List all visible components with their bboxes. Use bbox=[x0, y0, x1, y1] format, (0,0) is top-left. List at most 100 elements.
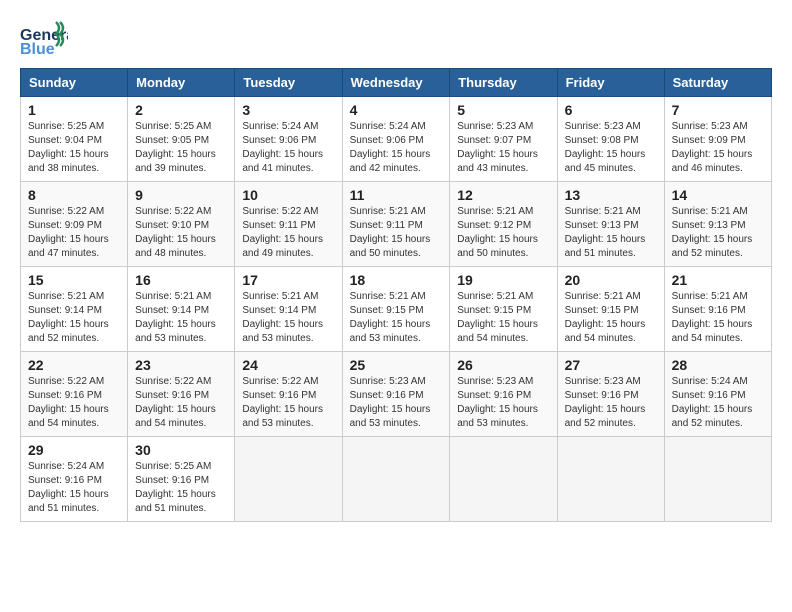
calendar-day-header: Saturday bbox=[664, 69, 771, 97]
calendar-cell: 21 Sunrise: 5:21 AMSunset: 9:16 PMDaylig… bbox=[664, 267, 771, 352]
day-number: 26 bbox=[457, 357, 549, 373]
day-info: Sunrise: 5:25 AMSunset: 9:16 PMDaylight:… bbox=[135, 460, 227, 516]
day-info: Sunrise: 5:21 AMSunset: 9:12 PMDaylight:… bbox=[457, 205, 549, 261]
day-info: Sunrise: 5:22 AMSunset: 9:16 PMDaylight:… bbox=[135, 375, 227, 431]
calendar-cell: 25 Sunrise: 5:23 AMSunset: 9:16 PMDaylig… bbox=[342, 352, 450, 437]
calendar-week-row: 15 Sunrise: 5:21 AMSunset: 9:14 PMDaylig… bbox=[21, 267, 772, 352]
day-number: 6 bbox=[565, 102, 657, 118]
day-number: 16 bbox=[135, 272, 227, 288]
day-info: Sunrise: 5:22 AMSunset: 9:16 PMDaylight:… bbox=[242, 375, 334, 431]
calendar-cell: 27 Sunrise: 5:23 AMSunset: 9:16 PMDaylig… bbox=[557, 352, 664, 437]
calendar-day-header: Wednesday bbox=[342, 69, 450, 97]
calendar-cell: 30 Sunrise: 5:25 AMSunset: 9:16 PMDaylig… bbox=[128, 437, 235, 522]
calendar-cell: 15 Sunrise: 5:21 AMSunset: 9:14 PMDaylig… bbox=[21, 267, 128, 352]
day-info: Sunrise: 5:21 AMSunset: 9:11 PMDaylight:… bbox=[350, 205, 443, 261]
day-number: 23 bbox=[135, 357, 227, 373]
calendar-cell: 17 Sunrise: 5:21 AMSunset: 9:14 PMDaylig… bbox=[235, 267, 342, 352]
calendar-day-header: Tuesday bbox=[235, 69, 342, 97]
day-number: 15 bbox=[28, 272, 120, 288]
calendar-cell bbox=[450, 437, 557, 522]
day-info: Sunrise: 5:21 AMSunset: 9:13 PMDaylight:… bbox=[565, 205, 657, 261]
calendar-cell: 20 Sunrise: 5:21 AMSunset: 9:15 PMDaylig… bbox=[557, 267, 664, 352]
calendar-cell bbox=[557, 437, 664, 522]
calendar-cell: 5 Sunrise: 5:23 AMSunset: 9:07 PMDayligh… bbox=[450, 97, 557, 182]
day-info: Sunrise: 5:25 AMSunset: 9:05 PMDaylight:… bbox=[135, 120, 227, 176]
day-number: 3 bbox=[242, 102, 334, 118]
day-info: Sunrise: 5:22 AMSunset: 9:11 PMDaylight:… bbox=[242, 205, 334, 261]
day-number: 7 bbox=[672, 102, 764, 118]
calendar-cell: 14 Sunrise: 5:21 AMSunset: 9:13 PMDaylig… bbox=[664, 182, 771, 267]
day-info: Sunrise: 5:23 AMSunset: 9:07 PMDaylight:… bbox=[457, 120, 549, 176]
calendar-cell: 12 Sunrise: 5:21 AMSunset: 9:12 PMDaylig… bbox=[450, 182, 557, 267]
calendar-cell: 19 Sunrise: 5:21 AMSunset: 9:15 PMDaylig… bbox=[450, 267, 557, 352]
calendar-cell: 4 Sunrise: 5:24 AMSunset: 9:06 PMDayligh… bbox=[342, 97, 450, 182]
calendar-day-header: Monday bbox=[128, 69, 235, 97]
calendar-cell: 10 Sunrise: 5:22 AMSunset: 9:11 PMDaylig… bbox=[235, 182, 342, 267]
calendar-header-row: SundayMondayTuesdayWednesdayThursdayFrid… bbox=[21, 69, 772, 97]
day-info: Sunrise: 5:22 AMSunset: 9:16 PMDaylight:… bbox=[28, 375, 120, 431]
day-info: Sunrise: 5:21 AMSunset: 9:13 PMDaylight:… bbox=[672, 205, 764, 261]
day-number: 5 bbox=[457, 102, 549, 118]
day-number: 11 bbox=[350, 187, 443, 203]
calendar-cell: 2 Sunrise: 5:25 AMSunset: 9:05 PMDayligh… bbox=[128, 97, 235, 182]
day-info: Sunrise: 5:21 AMSunset: 9:16 PMDaylight:… bbox=[672, 290, 764, 346]
day-number: 17 bbox=[242, 272, 334, 288]
calendar-cell: 8 Sunrise: 5:22 AMSunset: 9:09 PMDayligh… bbox=[21, 182, 128, 267]
calendar-week-row: 8 Sunrise: 5:22 AMSunset: 9:09 PMDayligh… bbox=[21, 182, 772, 267]
day-info: Sunrise: 5:23 AMSunset: 9:08 PMDaylight:… bbox=[565, 120, 657, 176]
calendar-cell: 1 Sunrise: 5:25 AMSunset: 9:04 PMDayligh… bbox=[21, 97, 128, 182]
day-number: 1 bbox=[28, 102, 120, 118]
calendar-cell: 9 Sunrise: 5:22 AMSunset: 9:10 PMDayligh… bbox=[128, 182, 235, 267]
day-number: 12 bbox=[457, 187, 549, 203]
day-info: Sunrise: 5:21 AMSunset: 9:15 PMDaylight:… bbox=[350, 290, 443, 346]
day-number: 13 bbox=[565, 187, 657, 203]
calendar-cell bbox=[664, 437, 771, 522]
calendar-cell: 7 Sunrise: 5:23 AMSunset: 9:09 PMDayligh… bbox=[664, 97, 771, 182]
day-info: Sunrise: 5:23 AMSunset: 9:16 PMDaylight:… bbox=[350, 375, 443, 431]
day-number: 4 bbox=[350, 102, 443, 118]
calendar-cell: 28 Sunrise: 5:24 AMSunset: 9:16 PMDaylig… bbox=[664, 352, 771, 437]
day-number: 2 bbox=[135, 102, 227, 118]
calendar-cell: 13 Sunrise: 5:21 AMSunset: 9:13 PMDaylig… bbox=[557, 182, 664, 267]
day-info: Sunrise: 5:25 AMSunset: 9:04 PMDaylight:… bbox=[28, 120, 120, 176]
calendar-week-row: 29 Sunrise: 5:24 AMSunset: 9:16 PMDaylig… bbox=[21, 437, 772, 522]
day-number: 9 bbox=[135, 187, 227, 203]
day-info: Sunrise: 5:21 AMSunset: 9:14 PMDaylight:… bbox=[135, 290, 227, 346]
day-number: 24 bbox=[242, 357, 334, 373]
day-info: Sunrise: 5:22 AMSunset: 9:10 PMDaylight:… bbox=[135, 205, 227, 261]
calendar-week-row: 1 Sunrise: 5:25 AMSunset: 9:04 PMDayligh… bbox=[21, 97, 772, 182]
day-info: Sunrise: 5:21 AMSunset: 9:14 PMDaylight:… bbox=[242, 290, 334, 346]
day-number: 10 bbox=[242, 187, 334, 203]
day-number: 30 bbox=[135, 442, 227, 458]
calendar-week-row: 22 Sunrise: 5:22 AMSunset: 9:16 PMDaylig… bbox=[21, 352, 772, 437]
calendar-table: SundayMondayTuesdayWednesdayThursdayFrid… bbox=[20, 68, 772, 522]
day-number: 29 bbox=[28, 442, 120, 458]
day-number: 21 bbox=[672, 272, 764, 288]
day-number: 20 bbox=[565, 272, 657, 288]
calendar-cell: 24 Sunrise: 5:22 AMSunset: 9:16 PMDaylig… bbox=[235, 352, 342, 437]
day-info: Sunrise: 5:21 AMSunset: 9:15 PMDaylight:… bbox=[565, 290, 657, 346]
day-info: Sunrise: 5:22 AMSunset: 9:09 PMDaylight:… bbox=[28, 205, 120, 261]
day-info: Sunrise: 5:21 AMSunset: 9:14 PMDaylight:… bbox=[28, 290, 120, 346]
day-number: 27 bbox=[565, 357, 657, 373]
day-number: 28 bbox=[672, 357, 764, 373]
svg-text:Blue: Blue bbox=[20, 41, 55, 58]
calendar-cell: 26 Sunrise: 5:23 AMSunset: 9:16 PMDaylig… bbox=[450, 352, 557, 437]
calendar-day-header: Friday bbox=[557, 69, 664, 97]
day-number: 18 bbox=[350, 272, 443, 288]
day-number: 14 bbox=[672, 187, 764, 203]
logo-icon: General Blue bbox=[20, 20, 68, 58]
day-number: 25 bbox=[350, 357, 443, 373]
calendar-day-header: Thursday bbox=[450, 69, 557, 97]
day-info: Sunrise: 5:23 AMSunset: 9:16 PMDaylight:… bbox=[565, 375, 657, 431]
calendar-cell: 16 Sunrise: 5:21 AMSunset: 9:14 PMDaylig… bbox=[128, 267, 235, 352]
logo: General Blue bbox=[20, 20, 68, 58]
calendar-cell: 23 Sunrise: 5:22 AMSunset: 9:16 PMDaylig… bbox=[128, 352, 235, 437]
day-info: Sunrise: 5:24 AMSunset: 9:06 PMDaylight:… bbox=[242, 120, 334, 176]
day-info: Sunrise: 5:23 AMSunset: 9:09 PMDaylight:… bbox=[672, 120, 764, 176]
calendar-cell: 18 Sunrise: 5:21 AMSunset: 9:15 PMDaylig… bbox=[342, 267, 450, 352]
day-info: Sunrise: 5:24 AMSunset: 9:16 PMDaylight:… bbox=[28, 460, 120, 516]
page-header: General Blue bbox=[20, 20, 772, 58]
day-number: 8 bbox=[28, 187, 120, 203]
calendar-cell: 29 Sunrise: 5:24 AMSunset: 9:16 PMDaylig… bbox=[21, 437, 128, 522]
